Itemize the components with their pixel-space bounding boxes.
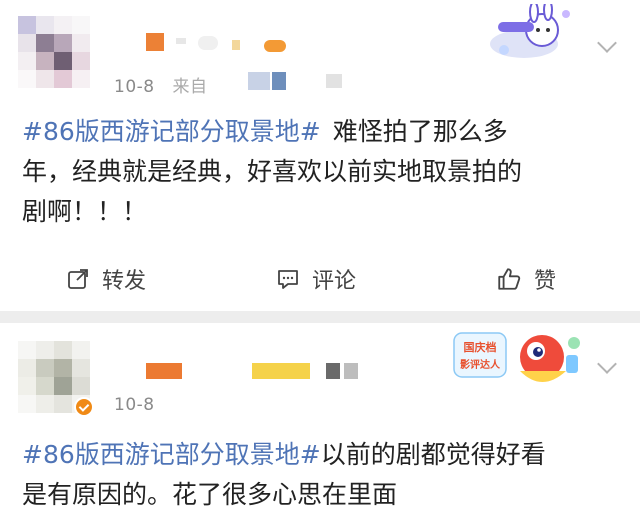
comment-label: 评论 <box>312 269 357 294</box>
post-card: 10-8 来自 #86版西游记部分取景地# 难怪拍了那么多 年，经典就是经典，好喜… <box>0 0 640 311</box>
post-text-line: 是有原因的。花了很多心思在里面 <box>22 480 398 509</box>
username-redacted <box>176 38 186 44</box>
repost-label: 转发 <box>102 269 147 294</box>
topic-link[interactable]: #86版西游记部分取景地# <box>22 440 321 469</box>
like-label: 赞 <box>534 269 557 294</box>
post-text-line: 难怪拍了那么多 <box>332 117 508 146</box>
chevron-down-icon[interactable] <box>597 354 617 374</box>
username-redacted <box>344 363 358 379</box>
post-content: #86版西游记部分取景地#以前的剧都觉得好看 是有原因的。花了很多心思在里面 <box>22 435 612 515</box>
post-date: 10-8 <box>114 77 155 97</box>
repost-icon <box>68 269 88 289</box>
avatar[interactable] <box>18 16 90 88</box>
post-text-line: 年，经典就是经典，好喜欢以前实地取景拍的 <box>22 157 523 186</box>
post-text-line: 以前的剧都觉得好看 <box>320 440 546 469</box>
username-redacted <box>232 40 240 50</box>
post-text-line: 剧啊！！！ <box>22 197 148 226</box>
username-redacted[interactable] <box>146 363 182 379</box>
username-redacted <box>326 363 340 379</box>
badge-text-line: 影评达人 <box>460 358 501 371</box>
action-bar: 转发 评论 赞 <box>0 251 640 307</box>
source-redacted <box>272 72 286 90</box>
rabbit-badge-icon <box>490 4 570 58</box>
post-date: 10-8 <box>114 395 155 415</box>
post-content: #86版西游记部分取景地# 难怪拍了那么多 年，经典就是经典，好喜欢以前实地取景拍… <box>22 112 612 232</box>
like-button[interactable]: 赞 <box>496 261 556 297</box>
username-redacted <box>198 36 218 50</box>
repost-button[interactable]: 转发 <box>66 261 146 297</box>
badge-text-line: 国庆档 <box>464 340 497 354</box>
source-redacted <box>248 72 270 90</box>
post-card: 10-8 国庆档 影评达人 #86版西游记部分取景地#以前的剧都觉得好看 是有原… <box>0 323 640 527</box>
chevron-down-icon[interactable] <box>597 33 617 53</box>
username-redacted <box>252 363 310 379</box>
film-critic-badge-icon: 国庆档 影评达人 <box>453 332 580 382</box>
topic-link[interactable]: #86版西游记部分取景地# <box>22 117 321 146</box>
user-badge-icon <box>264 40 286 52</box>
username-redacted[interactable] <box>146 33 164 51</box>
post-meta: 10-8 来自 <box>114 72 208 97</box>
post-source: 来自 <box>172 77 208 97</box>
source-redacted <box>326 74 342 88</box>
post-meta: 10-8 <box>114 395 155 415</box>
like-icon <box>498 268 521 290</box>
comment-icon <box>278 270 298 289</box>
comment-button[interactable]: 评论 <box>276 261 356 297</box>
verified-icon <box>74 397 94 417</box>
